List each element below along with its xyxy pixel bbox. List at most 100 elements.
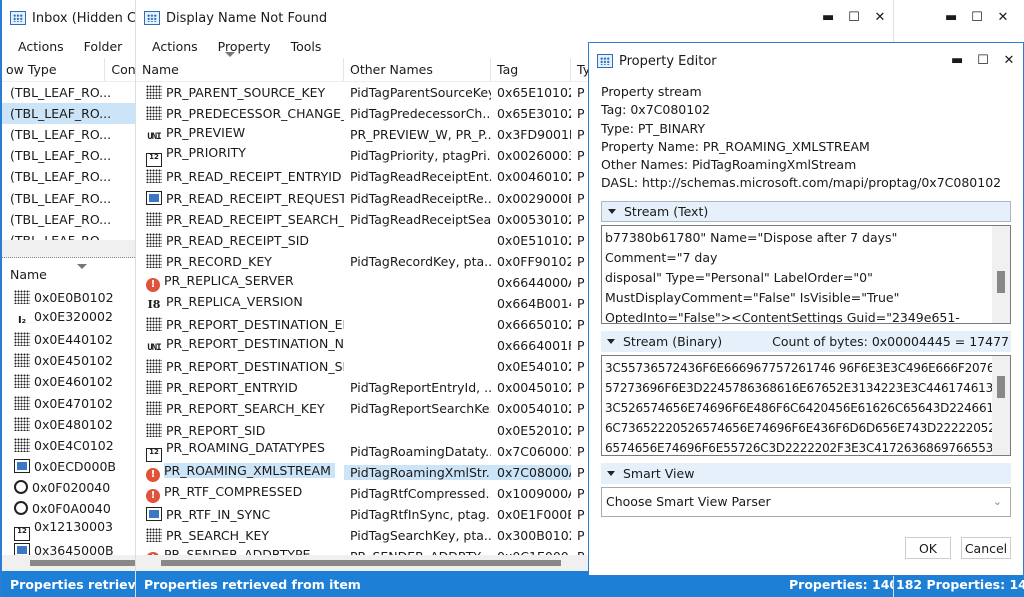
clock-icon (14, 479, 28, 494)
binary-icon (146, 253, 162, 268)
contents-horizontal-scrollbar[interactable] (2, 240, 135, 258)
name-cell: PR_SEARCH_KEY (136, 528, 344, 543)
table-row[interactable]: (TBL_LEAF_RO... (2, 82, 135, 103)
binary-icon (146, 85, 162, 100)
table-row[interactable]: (TBL_LEAF_RO... (2, 103, 135, 125)
table-row[interactable]: (TBL_LEAF_RO... (2, 166, 135, 187)
tag-cell: 0x00530102 (497, 211, 571, 227)
table-row[interactable]: (TBL_LEAF_RO... (2, 187, 135, 208)
binary-icon (146, 380, 162, 395)
inbox-window-title: Inbox (Hidden Co (32, 10, 135, 26)
property-name: PR_REPORT_ENTRYID (166, 380, 298, 396)
menu-folder[interactable]: Folder (84, 39, 123, 54)
props-table-header: Name (2, 262, 135, 286)
table-row[interactable]: (TBL_LEAF_RO... (2, 145, 135, 166)
table-row[interactable]: 0x0F020040 (2, 477, 135, 498)
binary-icon (14, 416, 30, 431)
property-name: PR_READ_RECEIPT_SEARCH_K... (166, 211, 344, 227)
scroll-thumb[interactable] (997, 375, 1005, 398)
stream-binary-scrollbar[interactable] (992, 355, 1010, 455)
property-tag: 0x0E440102 (34, 332, 113, 348)
minimize-button[interactable]: ▬ (822, 10, 834, 25)
table-row[interactable]: 0x0ECD000B (2, 456, 135, 477)
column-tag[interactable]: Tag (491, 58, 571, 81)
collapse-triangle-icon (607, 470, 615, 476)
name-cell: 0x0F0A0040 (2, 500, 135, 516)
table-row[interactable]: 12 0x12130003 (2, 519, 135, 541)
chevron-down-icon: ⌄ (992, 494, 1002, 508)
right-window-controls: ▬ ☐ ✕ (945, 10, 1009, 25)
menu-tools[interactable]: Tools (291, 39, 322, 54)
table-row[interactable]: I₂ 0x0E320002 (2, 308, 135, 329)
smart-view-parser-value: Choose Smart View Parser (606, 494, 771, 510)
table-row[interactable]: 0x0E460102 (2, 371, 135, 392)
property-name: PR_REPORT_DESTINATION_SID (166, 359, 344, 375)
other-names-cell: PidTagSearchKey, pta... (350, 528, 491, 544)
name-cell: PR_READ_RECEIPT_SEARCH_K... (136, 211, 344, 227)
ok-button[interactable]: OK (905, 537, 951, 559)
name-cell: 12 0x12130003 (2, 519, 135, 541)
row-type-cell: (TBL_LEAF_RO... (10, 190, 112, 206)
tag-cell: 0x00460102 (497, 169, 571, 185)
stream-binary-line: 57273696F6E3D2245786368616E67652E3134223… (605, 380, 1001, 395)
table-row[interactable]: 0x0E480102 (2, 414, 135, 435)
binary-icon (146, 317, 162, 332)
props-horizontal-scrollbar[interactable] (2, 555, 135, 571)
table-row[interactable]: 0x0E0B0102 (2, 287, 135, 308)
name-cell: 0x0E470102 (2, 395, 135, 411)
smart-view-section-header[interactable]: Smart View (601, 462, 1011, 484)
stream-binary-box[interactable]: 3C55736572436F6E666967757261746 96F6E3E3… (601, 354, 1011, 456)
minimize-button[interactable]: ▬ (945, 10, 957, 25)
error-icon: ! (146, 488, 160, 503)
stream-text-section-header[interactable]: Stream (Text) (601, 200, 1011, 222)
table-row[interactable]: 0x0E470102 (2, 392, 135, 413)
maximize-button[interactable]: ☐ (971, 10, 983, 25)
info-dasl: DASL: http://schemas.microsoft.com/mapi/… (601, 175, 1002, 191)
name-cell: 0x0E480102 (2, 416, 135, 432)
scroll-thumb[interactable] (997, 270, 1005, 293)
close-button[interactable]: ✕ (1003, 53, 1015, 68)
stream-text-label: Stream (Text) (624, 203, 709, 219)
column-row-type[interactable]: ow Type (2, 58, 106, 81)
property-name: PR_READ_RECEIPT_ENTRYID (166, 169, 342, 185)
maximize-button[interactable]: ☐ (977, 53, 989, 68)
table-row[interactable]: 0x0E440102 (2, 329, 135, 350)
table-row[interactable]: 0x0E450102 (2, 350, 135, 371)
property-horizontal-scrollbar[interactable] (136, 555, 588, 571)
property-name: PR_PREVIEW (166, 125, 246, 141)
column-cont[interactable]: Cont (105, 58, 135, 81)
props-table: 0x0E0B0102 I₂ 0x0E320002 0x0E440102 0x0E4… (2, 287, 135, 561)
name-cell: 0x0E0B0102 (2, 290, 135, 305)
property-tag: 0x0F0A0040 (32, 500, 111, 516)
name-cell: 0x0ECD000B (2, 458, 135, 474)
table-row[interactable]: (TBL_LEAF_RO... (2, 124, 135, 145)
scroll-thumb[interactable] (30, 560, 135, 566)
table-row[interactable]: (TBL_LEAF_RO... (2, 209, 135, 230)
scroll-thumb[interactable] (161, 560, 561, 566)
column-name[interactable]: Name (136, 58, 344, 81)
column-name[interactable]: Name (2, 262, 135, 286)
smart-view-parser-select[interactable]: Choose Smart View Parser ⌄ (601, 486, 1011, 517)
boolean-icon (146, 190, 162, 205)
name-cell: ! PR_RTF_COMPRESSED (136, 484, 344, 503)
menu-actions[interactable]: Actions (18, 39, 64, 54)
mapi-app-icon (10, 11, 26, 25)
stream-text-scrollbar[interactable] (992, 225, 1010, 323)
close-button[interactable]: ✕ (997, 10, 1009, 25)
table-row[interactable]: 0x0E4C0102 (2, 435, 135, 456)
close-button[interactable]: ✕ (874, 10, 886, 25)
minimize-button[interactable]: ▬ (951, 53, 963, 68)
cancel-button[interactable]: Cancel (961, 537, 1011, 559)
binary-icon (14, 290, 30, 305)
menu-actions[interactable]: Actions (152, 39, 198, 54)
inbox-statusbar: Properties retrieved (2, 571, 135, 597)
tag-cell: 0x0029000B (497, 190, 571, 206)
tag-cell: 0x00260003 (497, 148, 571, 164)
other-names-cell: PidTagPredecessorCh... (350, 106, 491, 122)
table-row[interactable]: 0x0F0A0040 (2, 498, 135, 519)
column-other-names[interactable]: Other Names (344, 58, 491, 81)
stream-text-box[interactable]: b77380b61780" Name="Dispose after 7 days… (601, 224, 1011, 324)
name-cell: PR_PARENT_SOURCE_KEY (136, 85, 344, 100)
stream-binary-section-header[interactable]: Stream (Binary) Count of bytes: 0x000044… (601, 330, 1011, 352)
maximize-button[interactable]: ☐ (848, 10, 860, 25)
